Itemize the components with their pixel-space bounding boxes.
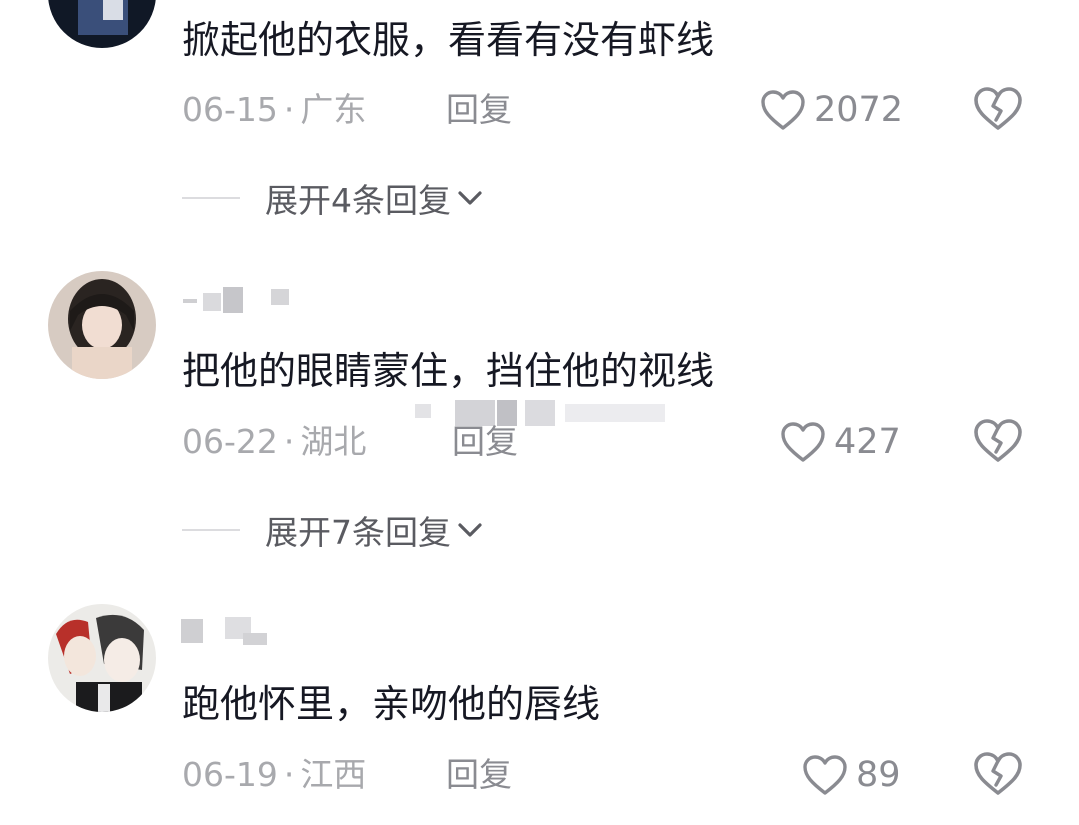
comment-text: 掀起他的衣服，看看有没有虾线 (182, 18, 715, 62)
dislike-button[interactable] (972, 86, 1024, 134)
separator-dot: · (283, 422, 295, 461)
like-button[interactable]: 2072 (760, 86, 903, 134)
comment-date: 06-19 (182, 755, 278, 794)
heart-outline-icon (781, 422, 825, 462)
expand-divider (182, 529, 240, 531)
heart-outline-icon (761, 90, 805, 130)
reply-button[interactable]: 回复 (452, 422, 518, 462)
username[interactable] (181, 615, 321, 645)
like-button[interactable]: 427 (780, 418, 901, 466)
expand-divider (182, 197, 240, 199)
broken-heart-icon (974, 87, 1022, 130)
separator-dot: · (283, 90, 295, 129)
comment-text: 跑他怀里，亲吻他的唇线 (182, 682, 601, 726)
reply-button[interactable]: 回复 (446, 755, 512, 795)
like-button[interactable]: 89 (802, 751, 901, 799)
comment-location: 江西 (300, 755, 367, 794)
comment-meta: 06-19 · 江西 (182, 755, 366, 795)
comment-meta: 06-22 · 湖北 (182, 422, 366, 462)
dislike-button[interactable] (972, 751, 1024, 799)
comment-location: 广东 (300, 90, 367, 129)
expand-replies-label: 展开4条回复 (265, 181, 451, 220)
expand-replies[interactable]: 展开7条回复 (182, 508, 483, 552)
expand-replies[interactable]: 展开4条回复 (182, 176, 483, 220)
broken-heart-icon (974, 752, 1022, 795)
comment-date: 06-22 (182, 422, 278, 461)
comment-text: 把他的眼睛蒙住，挡住他的视线 (182, 349, 715, 393)
dislike-button[interactable] (972, 418, 1024, 466)
avatar[interactable] (48, 0, 156, 48)
chevron-down-icon (458, 523, 482, 537)
avatar[interactable] (48, 604, 156, 712)
chevron-down-icon (458, 191, 482, 205)
expand-replies-label: 展开7条回复 (265, 513, 451, 552)
comment-date: 06-15 (182, 90, 278, 129)
like-count: 89 (856, 755, 901, 795)
heart-outline-icon (803, 755, 847, 795)
avatar[interactable] (48, 271, 156, 379)
like-count: 427 (834, 422, 901, 462)
comment-location: 湖北 (300, 422, 367, 461)
like-count: 2072 (814, 90, 904, 130)
reply-button[interactable]: 回复 (446, 90, 512, 130)
username[interactable] (181, 285, 321, 315)
comment-meta: 06-15 · 广东 (182, 90, 366, 130)
broken-heart-icon (974, 419, 1022, 462)
separator-dot: · (283, 755, 295, 794)
